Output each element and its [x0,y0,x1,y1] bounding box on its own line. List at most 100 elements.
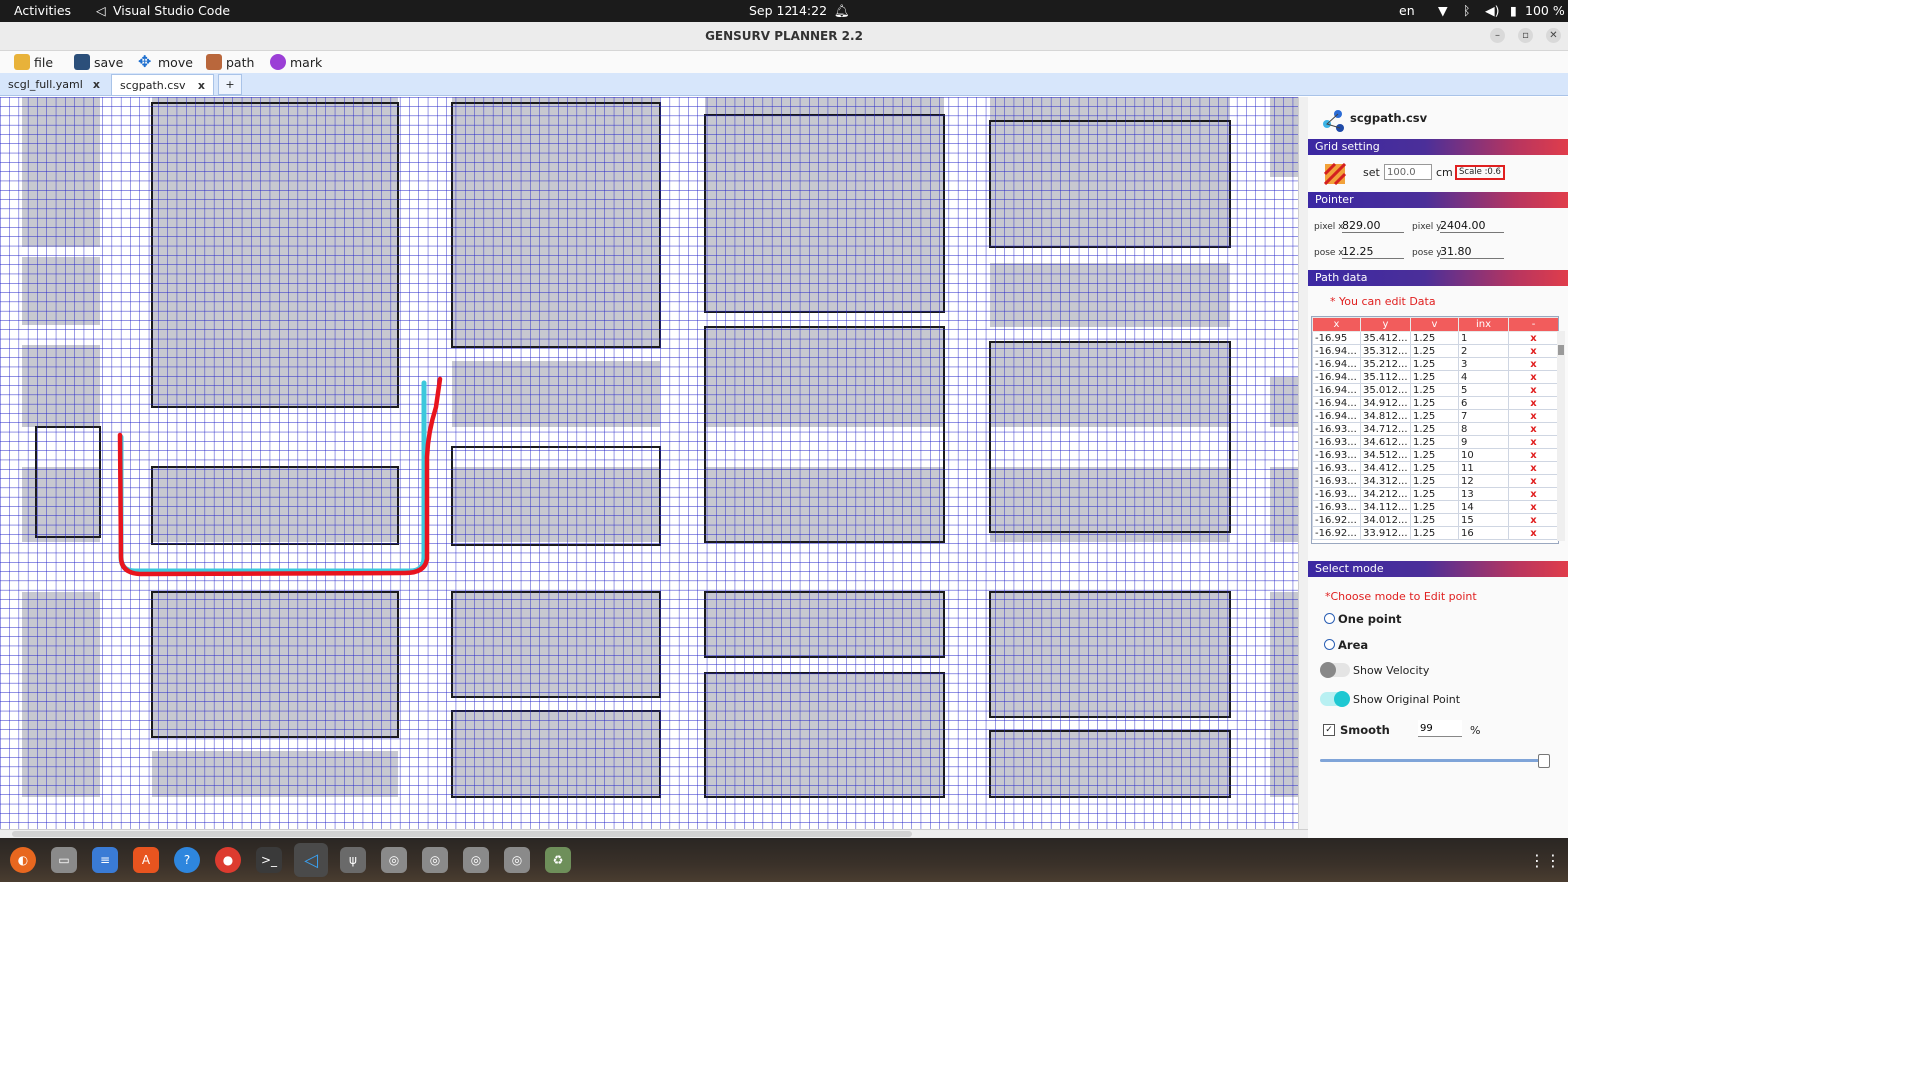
app-store-icon[interactable]: A [133,847,159,873]
cell-y[interactable]: 35.312... [1360,344,1411,358]
table-row[interactable]: -16.92... 34.012... 1.25 15 x [1312,513,1558,527]
cell-y[interactable]: 35.412... [1360,331,1411,345]
cell-inx[interactable]: 11 [1458,461,1509,475]
cell-x[interactable]: -16.93... [1312,500,1361,514]
save-button[interactable]: save [74,53,123,71]
table-row[interactable]: -16.93... 34.112... 1.25 14 x [1312,500,1558,514]
cell-v[interactable]: 1.25 [1410,357,1459,371]
smooth-checkbox[interactable]: ✓ [1323,724,1335,736]
delete-row-button[interactable]: x [1508,357,1558,371]
area-radio[interactable] [1324,639,1335,650]
cell-x[interactable]: -16.93... [1312,422,1361,436]
maximize-icon[interactable]: ▫ [1518,28,1533,43]
cell-inx[interactable]: 12 [1458,474,1509,488]
delete-row-button[interactable]: x [1508,500,1558,514]
table-row[interactable]: -16.93... 34.412... 1.25 11 x [1312,461,1558,475]
delete-row-button[interactable]: x [1508,474,1558,488]
show-velocity-toggle[interactable] [1320,662,1350,678]
cell-x[interactable]: -16.93... [1312,435,1361,449]
table-row[interactable]: -16.94... 35.112... 1.25 4 x [1312,370,1558,384]
smooth-value-input[interactable] [1418,720,1462,737]
cell-v[interactable]: 1.25 [1410,526,1459,540]
cell-v[interactable]: 1.25 [1410,435,1459,449]
close-icon[interactable]: ✕ [1546,28,1561,43]
volume-icon[interactable]: ◀) [1485,3,1500,18]
cell-y[interactable]: 34.012... [1360,513,1411,527]
delete-row-button[interactable]: x [1508,383,1558,397]
help-icon[interactable]: ? [174,847,200,873]
cell-y[interactable]: 34.312... [1360,474,1411,488]
mark-button[interactable]: mark [270,53,322,71]
cell-v[interactable]: 1.25 [1410,487,1459,501]
disk-icon[interactable]: ◎ [422,847,448,873]
cell-inx[interactable]: 9 [1458,435,1509,449]
cell-v[interactable]: 1.25 [1410,513,1459,527]
table-row[interactable]: -16.94... 35.312... 1.25 2 x [1312,344,1558,358]
cell-inx[interactable]: 10 [1458,448,1509,462]
cell-y[interactable]: 34.112... [1360,500,1411,514]
cell-inx[interactable]: 15 [1458,513,1509,527]
delete-row-button[interactable]: x [1508,526,1558,540]
delete-row-button[interactable]: x [1508,513,1558,527]
cell-y[interactable]: 35.012... [1360,383,1411,397]
cell-inx[interactable]: 3 [1458,357,1509,371]
move-button[interactable]: ✥ move [138,53,193,71]
cell-inx[interactable]: 8 [1458,422,1509,436]
activities-button[interactable]: Activities [14,3,71,18]
table-row[interactable]: -16.94... 34.812... 1.25 7 x [1312,409,1558,423]
table-row[interactable]: -16.93... 34.512... 1.25 10 x [1312,448,1558,462]
cell-x[interactable]: -16.94... [1312,344,1361,358]
delete-row-button[interactable]: x [1508,487,1558,501]
map-canvas[interactable] [0,97,1298,829]
terminal-icon[interactable]: >_ [256,847,282,873]
table-row[interactable]: -16.93... 34.212... 1.25 13 x [1312,487,1558,501]
delete-row-button[interactable]: x [1508,370,1558,384]
delete-row-button[interactable]: x [1508,422,1558,436]
language-indicator[interactable]: en [1399,3,1415,18]
tab-scgl-full-yaml[interactable]: scgl_full.yaml x [0,74,108,95]
table-row[interactable]: -16.93... 34.312... 1.25 12 x [1312,474,1558,488]
cell-x[interactable]: -16.94... [1312,383,1361,397]
cell-x[interactable]: -16.94... [1312,409,1361,423]
path-data-table-container[interactable]: x y v inx - -16.95 35.412... 1.25 1 x -16.94.… [1311,316,1559,544]
delete-row-button[interactable]: x [1508,396,1558,410]
cell-inx[interactable]: 14 [1458,500,1509,514]
vscode-icon[interactable]: ◁ [294,843,328,877]
clock-date[interactable]: Sep 12 [749,3,792,18]
app-grid-icon[interactable]: ⋮⋮ [1529,847,1561,873]
show-original-point-toggle[interactable] [1320,691,1350,707]
cell-v[interactable]: 1.25 [1410,409,1459,423]
cell-y[interactable]: 35.212... [1360,357,1411,371]
cell-v[interactable]: 1.25 [1410,474,1459,488]
table-scrollbar[interactable] [1557,331,1565,541]
trash-icon[interactable]: ♻ [545,847,571,873]
cell-x[interactable]: -16.92... [1312,513,1361,527]
cell-y[interactable]: 35.112... [1360,370,1411,384]
cell-inx[interactable]: 16 [1458,526,1509,540]
grid-size-input[interactable] [1384,164,1432,180]
cell-x[interactable]: -16.92... [1312,526,1361,540]
cell-inx[interactable]: 13 [1458,487,1509,501]
cell-v[interactable]: 1.25 [1410,461,1459,475]
table-row[interactable]: -16.92... 33.912... 1.25 16 x [1312,526,1558,540]
table-row[interactable]: -16.94... 35.012... 1.25 5 x [1312,383,1558,397]
cell-v[interactable]: 1.25 [1410,383,1459,397]
file-button[interactable]: file [14,53,53,71]
delete-row-button[interactable]: x [1508,331,1558,345]
occupancy-grid-map[interactable] [0,97,1298,829]
tab-close-button[interactable]: x [198,79,205,92]
usb-drive-icon[interactable]: ψ [340,847,366,873]
cell-y[interactable]: 34.712... [1360,422,1411,436]
active-app-name[interactable]: Visual Studio Code [113,3,230,18]
column-header-x[interactable]: x [1312,317,1361,332]
cell-inx[interactable]: 4 [1458,370,1509,384]
cell-v[interactable]: 1.25 [1410,396,1459,410]
table-row[interactable]: -16.93... 34.612... 1.25 9 x [1312,435,1558,449]
one-point-radio[interactable] [1324,613,1335,624]
column-header-delete[interactable]: - [1508,317,1558,332]
cell-x[interactable]: -16.94... [1312,396,1361,410]
cell-inx[interactable]: 1 [1458,331,1509,345]
table-row[interactable]: -16.94... 34.912... 1.25 6 x [1312,396,1558,410]
cell-y[interactable]: 34.912... [1360,396,1411,410]
column-header-y[interactable]: y [1360,317,1411,332]
